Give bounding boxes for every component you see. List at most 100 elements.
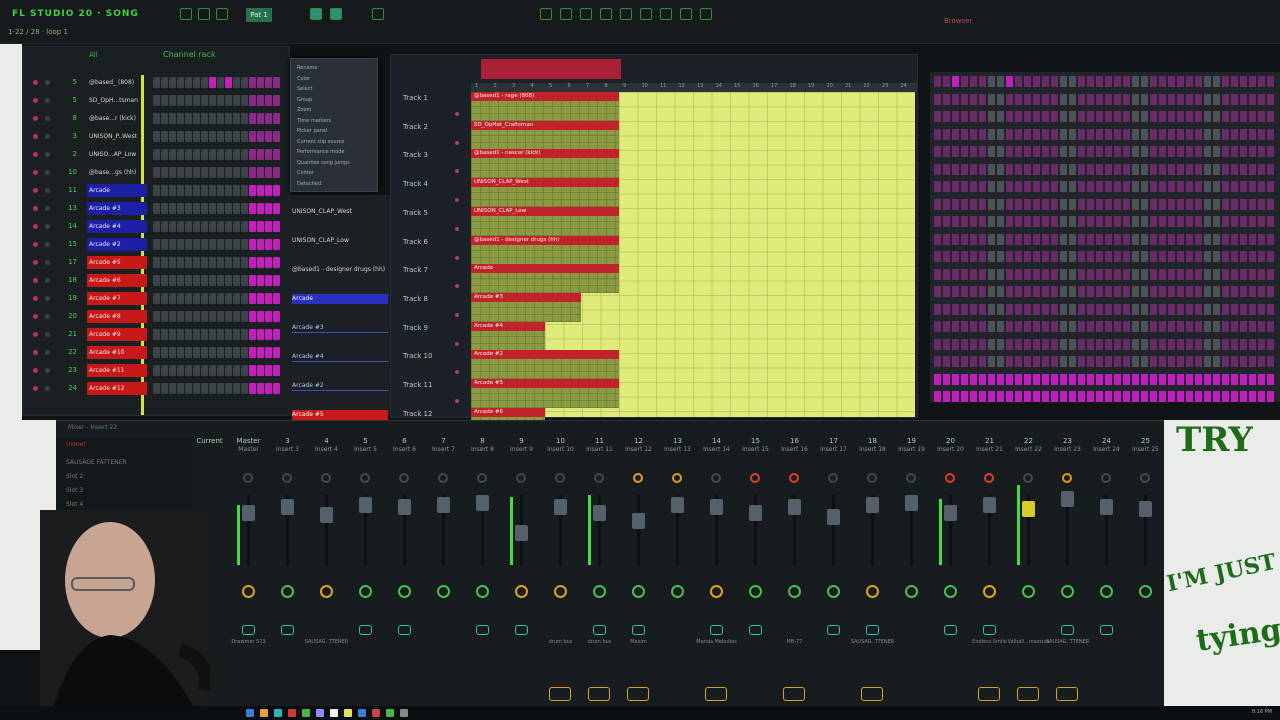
step-button[interactable] <box>1096 303 1103 315</box>
step-button[interactable] <box>193 167 200 178</box>
track-mute-led[interactable] <box>455 112 459 116</box>
step-button[interactable] <box>1168 233 1175 245</box>
step-button[interactable] <box>153 149 160 160</box>
step-button[interactable] <box>961 216 968 227</box>
step-button[interactable] <box>970 76 977 87</box>
step-button[interactable] <box>1015 356 1022 367</box>
help-icon[interactable] <box>680 8 692 20</box>
step-button[interactable] <box>1213 268 1220 280</box>
send-knob[interactable] <box>983 625 996 635</box>
step-button[interactable] <box>1159 198 1166 210</box>
step-button[interactable] <box>934 146 941 157</box>
step-button[interactable] <box>265 203 272 214</box>
step-button[interactable] <box>257 329 264 340</box>
step-button[interactable] <box>1186 321 1193 332</box>
step-button[interactable] <box>1204 181 1211 192</box>
step-button[interactable] <box>1051 303 1058 315</box>
insert-name[interactable]: Insert 24 <box>1087 446 1126 453</box>
step-button[interactable] <box>225 185 232 196</box>
step-button[interactable] <box>257 131 264 142</box>
step-button[interactable] <box>1195 251 1202 262</box>
step-button[interactable] <box>1186 181 1193 192</box>
step-button[interactable] <box>193 365 200 376</box>
mixer-insert[interactable]: 20 Insert 20 <box>931 435 970 715</box>
step-button[interactable] <box>1060 163 1067 175</box>
step-button[interactable] <box>257 257 264 268</box>
step-button[interactable] <box>1195 146 1202 157</box>
step-button[interactable] <box>1042 268 1049 280</box>
step-button[interactable] <box>1006 111 1013 122</box>
step-button[interactable] <box>201 221 208 232</box>
step-button[interactable] <box>1105 198 1112 210</box>
mixer-insert[interactable]: 9 Insert 9 <box>502 435 541 715</box>
step-button[interactable] <box>970 181 977 192</box>
step-button[interactable] <box>1231 338 1238 350</box>
pan-knob[interactable] <box>672 473 682 483</box>
step-button[interactable] <box>161 131 168 142</box>
mixer-insert[interactable]: 25 Insert 25 <box>1126 435 1165 715</box>
step-button[interactable] <box>1069 233 1076 245</box>
volume-fader[interactable] <box>671 497 684 513</box>
channel-row[interactable]: 24 Arcade #12 <box>23 381 291 396</box>
step-button[interactable] <box>193 329 200 340</box>
step-button[interactable] <box>1213 303 1220 315</box>
step-button[interactable] <box>1231 198 1238 210</box>
step-button[interactable] <box>997 216 1004 227</box>
step-button[interactable] <box>1015 373 1022 385</box>
mixer-insert[interactable]: 7 Insert 7 <box>424 435 463 715</box>
step-button[interactable] <box>1051 198 1058 210</box>
step-button[interactable] <box>249 257 256 268</box>
step-button[interactable] <box>273 131 280 142</box>
step-button[interactable] <box>1060 321 1067 332</box>
fx-enable-ring[interactable] <box>944 585 957 598</box>
step-button[interactable] <box>1087 181 1094 192</box>
channel-name-button[interactable]: Arcade #12 <box>87 382 147 395</box>
route-arrow-icon[interactable] <box>705 687 727 701</box>
step-button[interactable] <box>209 185 216 196</box>
step-button[interactable] <box>1033 338 1040 350</box>
volume-fader[interactable] <box>593 505 606 521</box>
volume-fader[interactable] <box>632 513 645 529</box>
step-button[interactable] <box>265 239 272 250</box>
step-button[interactable] <box>153 275 160 286</box>
pan-knob[interactable] <box>750 473 760 483</box>
step-button[interactable] <box>185 329 192 340</box>
step-button[interactable] <box>1240 111 1247 122</box>
step-button[interactable] <box>979 286 986 297</box>
step-button[interactable] <box>153 167 160 178</box>
mixer-track-number[interactable]: 2 <box>63 147 77 162</box>
step-button[interactable] <box>1204 338 1211 350</box>
step-button[interactable] <box>185 203 192 214</box>
step-button[interactable] <box>1213 181 1220 192</box>
step-button[interactable] <box>1078 233 1085 245</box>
step-button[interactable] <box>1222 111 1229 122</box>
step-button[interactable] <box>185 293 192 304</box>
step-button[interactable] <box>1258 321 1265 332</box>
taskbar-app-icon[interactable] <box>344 709 352 717</box>
step-button[interactable] <box>1168 111 1175 122</box>
step-button[interactable] <box>1159 303 1166 315</box>
step-button[interactable] <box>1105 303 1112 315</box>
step-button[interactable] <box>161 383 168 394</box>
solo-led[interactable] <box>45 314 50 319</box>
mixer-track-number[interactable]: 5 <box>63 93 77 108</box>
channel-name-button[interactable]: Arcade #5 <box>87 256 147 269</box>
step-button[interactable] <box>1168 181 1175 192</box>
step-button[interactable] <box>988 391 995 402</box>
mixer-preset[interactable]: (none) <box>66 441 86 448</box>
step-button[interactable] <box>1123 146 1130 157</box>
step-button[interactable] <box>193 221 200 232</box>
step-button[interactable] <box>225 167 232 178</box>
step-button[interactable] <box>257 239 264 250</box>
step-button[interactable] <box>209 77 216 88</box>
step-button[interactable] <box>1096 128 1103 140</box>
step-button[interactable] <box>1159 251 1166 262</box>
step-button[interactable] <box>185 365 192 376</box>
step-button[interactable] <box>961 181 968 192</box>
step-button[interactable] <box>225 329 232 340</box>
step-button[interactable] <box>1114 373 1121 385</box>
step-button[interactable] <box>1069 111 1076 122</box>
step-button[interactable] <box>1105 146 1112 157</box>
step-button[interactable] <box>943 198 950 210</box>
step-button[interactable] <box>934 128 941 140</box>
